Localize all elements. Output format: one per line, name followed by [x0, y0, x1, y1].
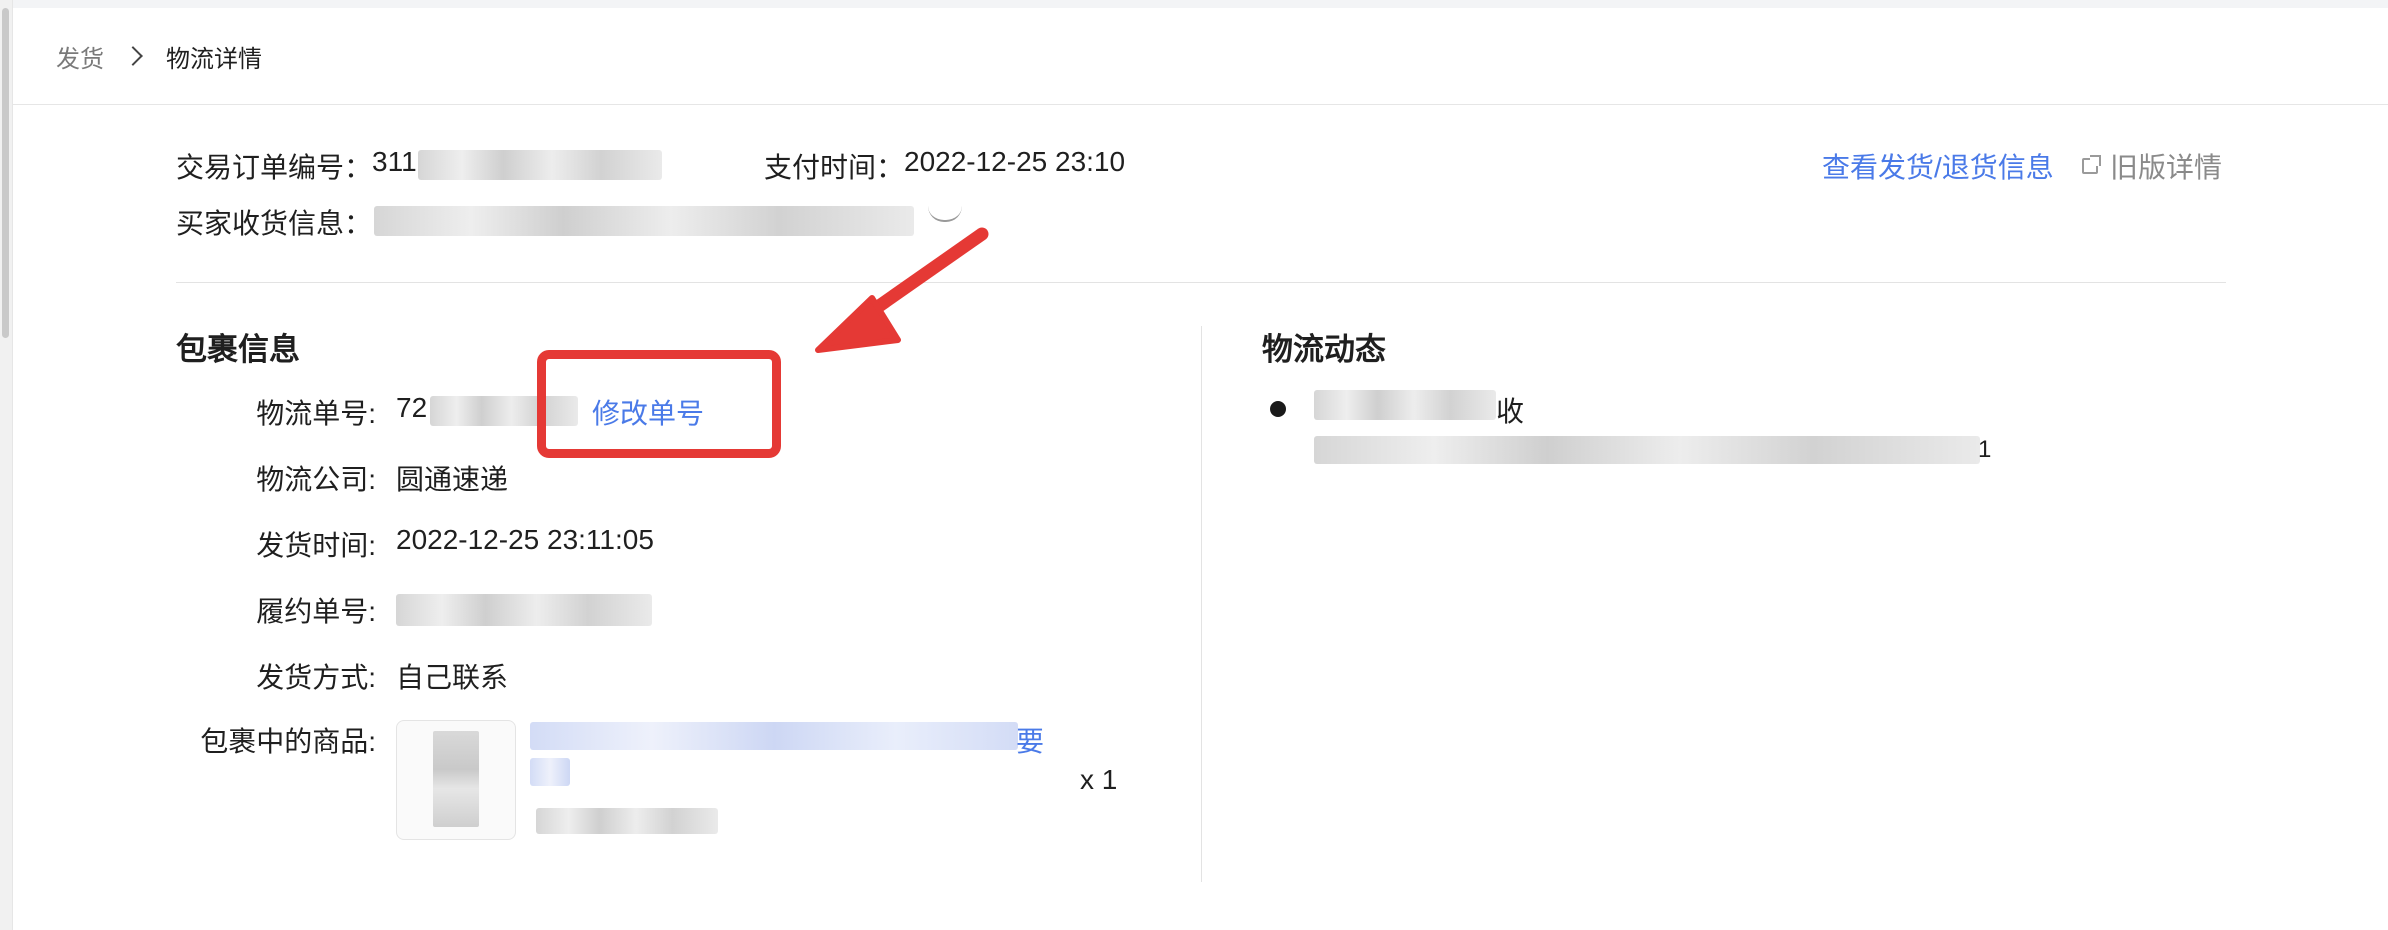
arrow-annotation-icon [815, 227, 989, 353]
